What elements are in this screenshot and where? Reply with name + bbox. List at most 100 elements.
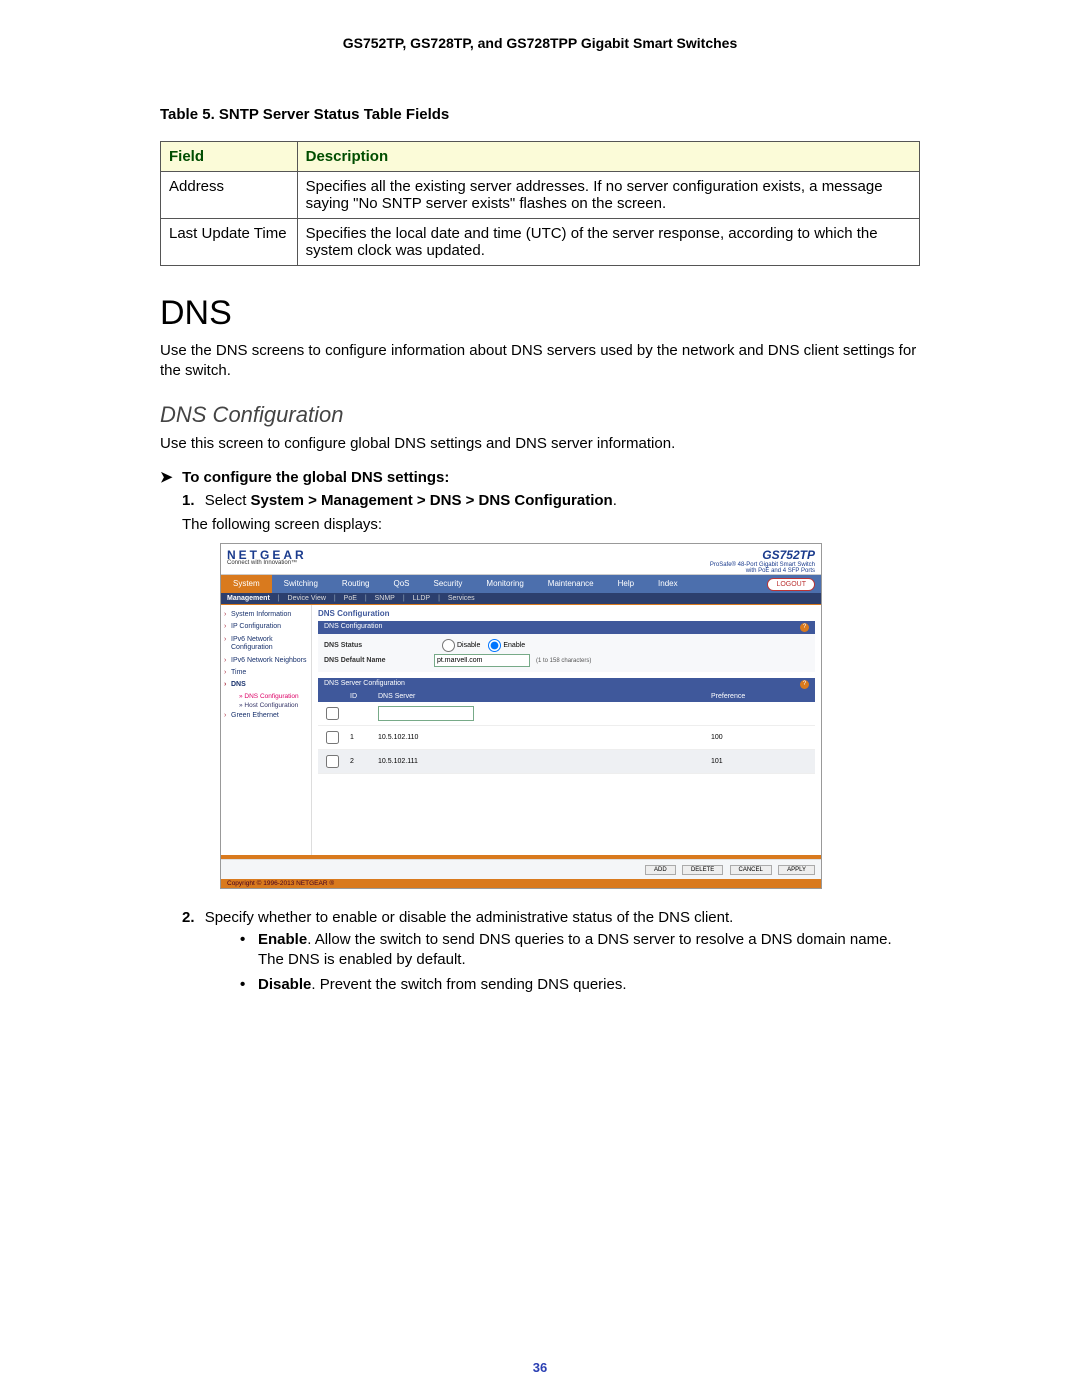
page-number: 36: [0, 1360, 1080, 1375]
sntp-table: Field Description Address Specifies all …: [160, 141, 920, 266]
bullet-term: Disable: [258, 976, 311, 993]
tab-monitoring[interactable]: Monitoring: [474, 575, 535, 593]
cell-desc: Specifies the local date and time (UTC) …: [297, 219, 919, 266]
step-text: Select: [205, 492, 251, 509]
logout-button[interactable]: LOGOUT: [767, 578, 815, 591]
th-desc: Description: [297, 142, 919, 172]
bullet-text: . Allow the switch to send DNS queries t…: [258, 931, 892, 968]
cell-pref: 101: [707, 750, 815, 774]
dns-status-enable-text: Enable: [503, 642, 525, 649]
add-button[interactable]: ADD: [645, 865, 676, 875]
procedure-title-text: To configure the global DNS settings:: [182, 469, 449, 486]
sidebar-host-configuration[interactable]: » Host Configuration: [221, 701, 311, 710]
dns-intro: Use the DNS screens to configure informa…: [160, 341, 920, 382]
table-row: Last Update Time Specifies the local dat…: [161, 219, 920, 266]
submenu-deviceview[interactable]: Device View: [288, 595, 326, 602]
apply-button[interactable]: APPLY: [778, 865, 815, 875]
sidebar: System Information IP Configuration IPv6…: [221, 605, 312, 855]
cell-field: Address: [161, 172, 298, 219]
step-number: 1.: [182, 492, 195, 509]
tab-index[interactable]: Index: [646, 575, 690, 593]
table-row: 2 10.5.102.111 101: [318, 750, 815, 774]
panel-dns-server-config: DNS Server Configuration ? ID DNS Server…: [318, 678, 815, 774]
cell-server: 10.5.102.111: [374, 750, 707, 774]
sidebar-dns-configuration[interactable]: » DNS Configuration: [221, 692, 311, 701]
sidebar-ipv6-neighbors[interactable]: IPv6 Network Neighbors: [221, 655, 311, 667]
dns-default-input[interactable]: [434, 654, 530, 667]
sidebar-dns[interactable]: DNS: [221, 679, 311, 691]
new-server-input[interactable]: [378, 706, 474, 721]
dns-status-label: DNS Status: [324, 642, 434, 649]
cell-id: 1: [346, 726, 374, 750]
submenu-services[interactable]: Services: [448, 595, 475, 602]
cell-id: 2: [346, 750, 374, 774]
copyright: Copyright © 1996-2013 NETGEAR ®: [221, 879, 821, 888]
arrow-icon: ➤: [160, 468, 178, 486]
submenu-management[interactable]: Management: [227, 595, 270, 602]
model-name: GS752TP: [710, 548, 815, 562]
dns-status-enable-radio[interactable]: [488, 639, 501, 652]
sidebar-system-info[interactable]: System Information: [221, 609, 311, 621]
procedure-title: ➤ To configure the global DNS settings:: [160, 468, 920, 486]
tab-qos[interactable]: QoS: [382, 575, 422, 593]
delete-button[interactable]: DELETE: [682, 865, 723, 875]
row-checkbox[interactable]: [326, 707, 339, 720]
th-check: [318, 691, 346, 702]
bullet-text: . Prevent the switch from sending DNS qu…: [311, 976, 626, 993]
tab-maintenance[interactable]: Maintenance: [536, 575, 606, 593]
tab-help[interactable]: Help: [606, 575, 646, 593]
cell-field: Last Update Time: [161, 219, 298, 266]
tagline: Connect with Innovation™: [227, 560, 307, 566]
dns-default-label: DNS Default Name: [324, 657, 434, 664]
th-server: DNS Server: [374, 691, 707, 702]
table-caption: Table 5. SNTP Server Status Table Fields: [160, 106, 920, 123]
help-icon[interactable]: ?: [800, 680, 809, 689]
table-row: 1 10.5.102.110 100: [318, 726, 815, 750]
table-new-row: [318, 702, 815, 726]
cancel-button[interactable]: CANCEL: [730, 865, 772, 875]
cell-pref: 100: [707, 726, 815, 750]
dns-config-intro: Use this screen to configure global DNS …: [160, 434, 920, 454]
bullet-term: Enable: [258, 931, 307, 948]
row-checkbox[interactable]: [326, 731, 339, 744]
screenshot-footer: ADD DELETE CANCEL APPLY: [221, 859, 821, 879]
step-1: 1. Select System > Management > DNS > DN…: [182, 492, 920, 889]
row-checkbox[interactable]: [326, 755, 339, 768]
step-number: 2.: [182, 909, 195, 926]
panel2-title: DNS Server Configuration: [324, 680, 405, 689]
sidebar-green[interactable]: Green Ethernet: [221, 710, 311, 722]
sidebar-time[interactable]: Time: [221, 667, 311, 679]
dns-config-heading: DNS Configuration: [160, 402, 920, 428]
submenu: Management | Device View | PoE | SNMP | …: [221, 593, 821, 604]
model-box: GS752TP ProSafe® 48-Port Gigabit Smart S…: [710, 548, 815, 574]
step-suffix: .: [613, 492, 617, 509]
submenu-lldp[interactable]: LLDP: [413, 595, 431, 602]
main-tabs: System Switching Routing QoS Security Mo…: [221, 575, 821, 593]
cell-server: 10.5.102.110: [374, 726, 707, 750]
step-text: Specify whether to enable or disable the…: [205, 909, 734, 926]
submenu-poe[interactable]: PoE: [344, 595, 357, 602]
netgear-logo: NETGEAR Connect with Innovation™: [227, 548, 307, 566]
dns-heading: DNS: [160, 294, 920, 333]
th-field: Field: [161, 142, 298, 172]
help-icon[interactable]: ?: [800, 623, 809, 632]
bullet-enable: Enable. Allow the switch to send DNS que…: [240, 930, 920, 971]
tab-routing[interactable]: Routing: [330, 575, 382, 593]
cell-desc: Specifies all the existing server addres…: [297, 172, 919, 219]
table-row: Address Specifies all the existing serve…: [161, 172, 920, 219]
panel-main-title: DNS Configuration: [318, 609, 815, 618]
dns-status-disable-radio[interactable]: [442, 639, 455, 652]
submenu-snmp[interactable]: SNMP: [375, 595, 395, 602]
model-desc2: with PoE and 4 SFP Ports: [710, 568, 815, 574]
step1-followup: The following screen displays:: [182, 515, 920, 535]
nav-route: System > Management > DNS > DNS Configur…: [251, 492, 613, 509]
tab-switching[interactable]: Switching: [272, 575, 330, 593]
tab-system[interactable]: System: [221, 575, 272, 593]
th-id: ID: [346, 691, 374, 702]
tab-security[interactable]: Security: [422, 575, 475, 593]
bullet-disable: Disable. Prevent the switch from sending…: [240, 975, 920, 995]
sidebar-ip-config[interactable]: IP Configuration: [221, 621, 311, 633]
dns-status-disable-text: Disable: [457, 642, 480, 649]
step-2: 2. Specify whether to enable or disable …: [182, 909, 920, 995]
sidebar-ipv6-config[interactable]: IPv6 Network Configuration: [221, 634, 311, 655]
